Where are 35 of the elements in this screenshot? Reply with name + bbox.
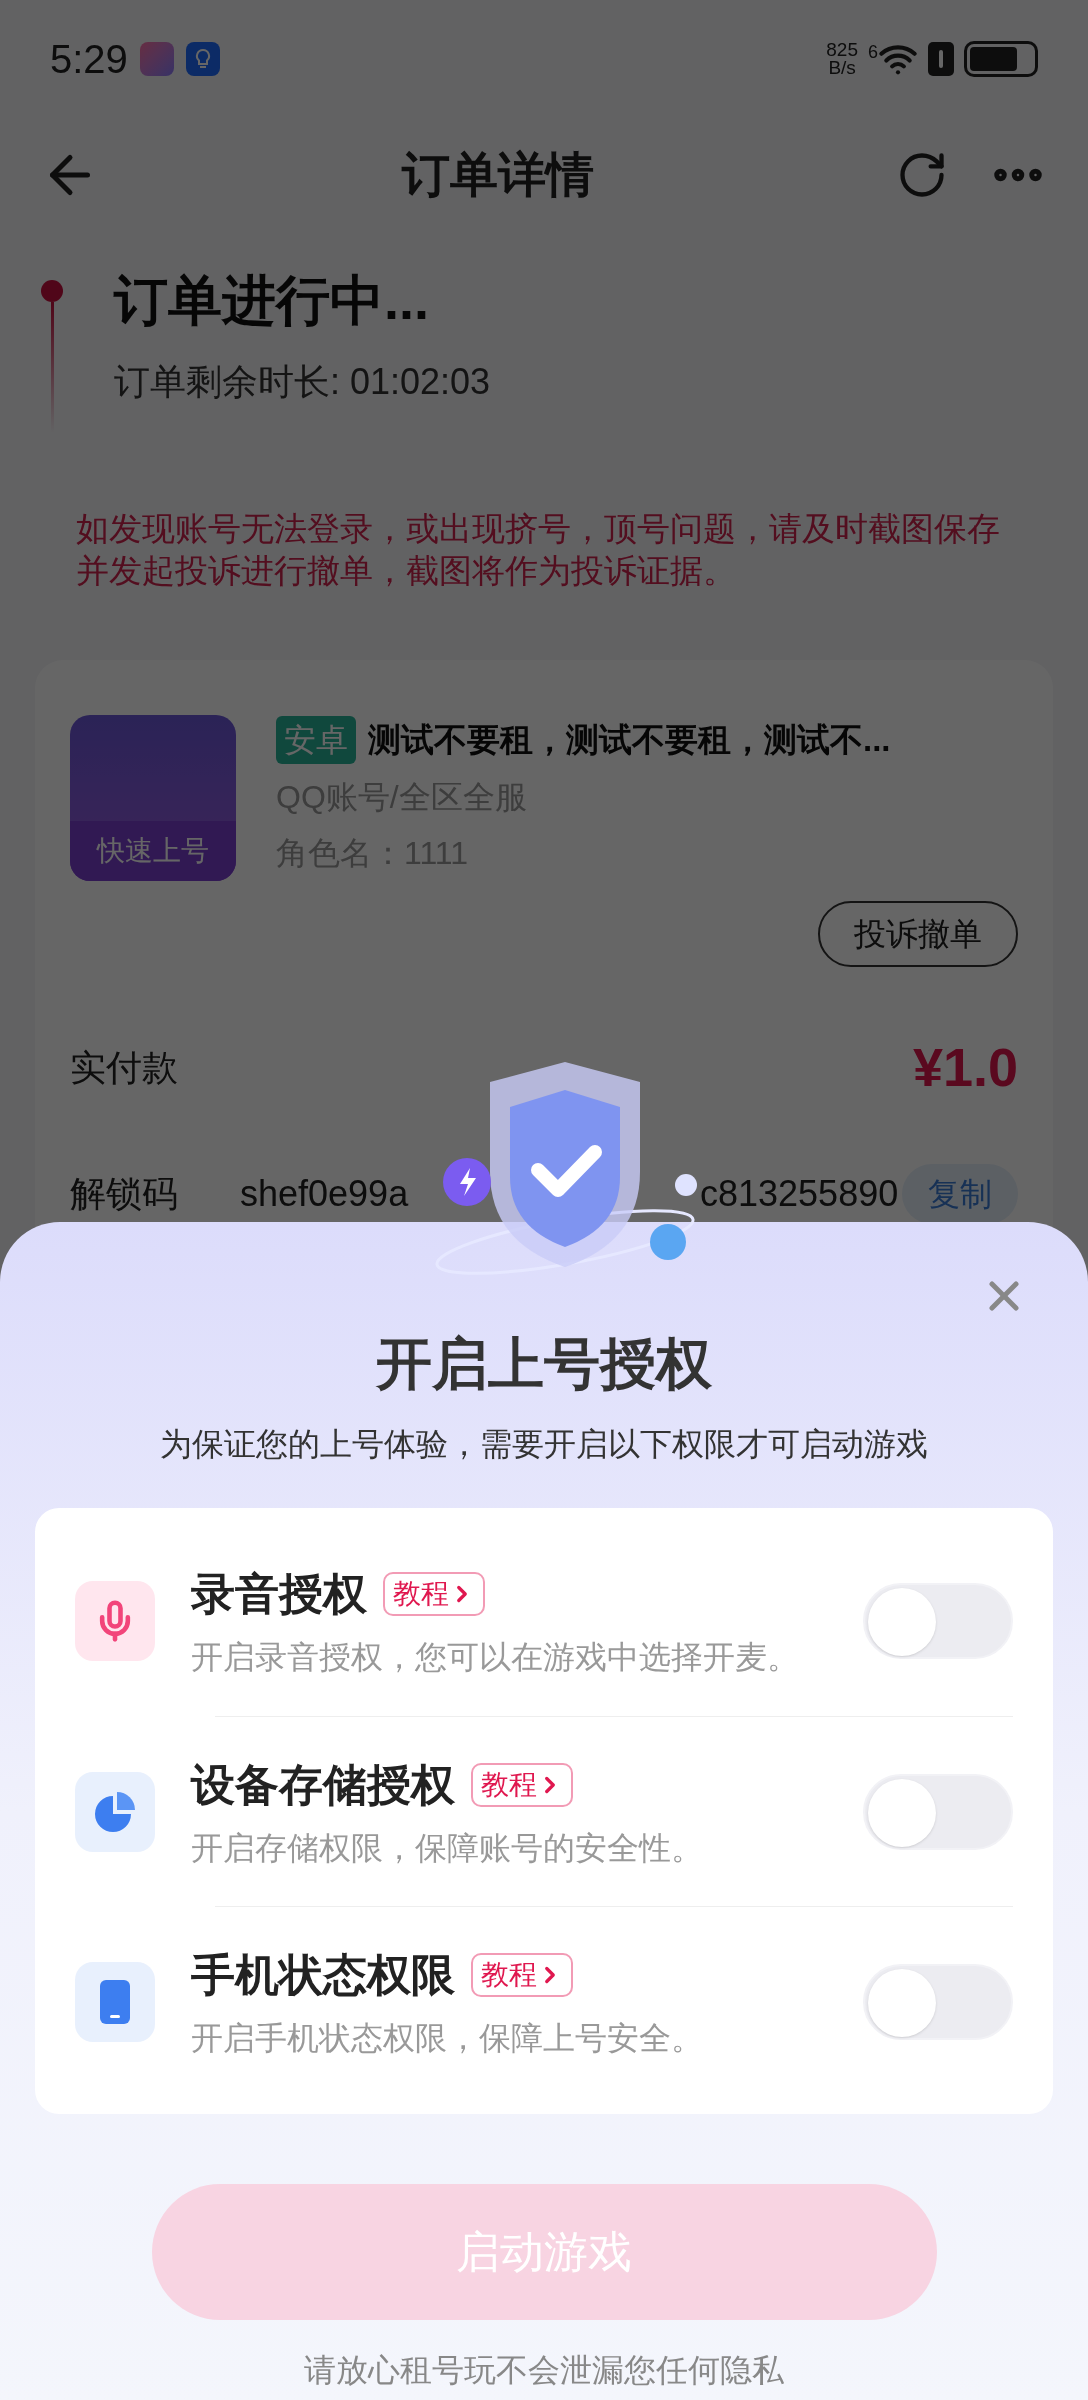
- payment-amount: ¥1.0: [912, 1036, 1018, 1099]
- battery-icon: [964, 41, 1038, 77]
- signal-label: 6: [868, 41, 878, 64]
- privacy-note: 请放心租号玩不会泄漏您任何隐私: [304, 2351, 784, 2390]
- network-speed-value: 825: [826, 41, 858, 59]
- clock-time: 5:29: [50, 36, 128, 83]
- permission-description: 开启录音授权，您可以在游戏中选择开麦。: [191, 1638, 800, 1677]
- permission-name: 设备存储授权: [191, 1758, 455, 1811]
- permission-description: 开启手机状态权限，保障上号安全。: [191, 2018, 704, 2058]
- tutorial-link[interactable]: 教程: [471, 1762, 573, 1807]
- complain-button[interactable]: 投诉撤单: [818, 901, 1018, 967]
- permission-name: 手机状态权限: [191, 1948, 455, 2001]
- network-speed-unit: B/s: [828, 59, 856, 77]
- lightbulb-icon: [185, 42, 220, 76]
- page-title: 订单详情: [402, 147, 594, 203]
- listing-title: 测试不要租，测试不要租，测试不...: [368, 720, 891, 760]
- permission-name: 录音授权: [191, 1568, 367, 1620]
- unlock-code-start: shef0e99a: [240, 1172, 410, 1216]
- remaining-time: 订单剩余时长: 01:02:03: [114, 360, 491, 404]
- unlock-code-label: 解锁码: [70, 1172, 179, 1216]
- tutorial-link[interactable]: 教程: [471, 1952, 573, 1997]
- thumbnail-label: 快速上号: [97, 834, 209, 868]
- payment-label: 实付款: [70, 1045, 178, 1090]
- alert-icon: [928, 42, 954, 76]
- phone-icon: [75, 1961, 155, 2042]
- dialog-subtitle: 为保证您的上号体验，需要开启以下权限才可启动游戏: [160, 1425, 928, 1464]
- microphone-icon: [75, 1581, 155, 1661]
- app-notification-icon: [139, 42, 174, 76]
- permission-description: 开启存储权限，保障账号的安全性。: [191, 1828, 704, 1868]
- unlock-code-end: c813255890: [700, 1172, 899, 1216]
- dialog-title: 开启上号授权: [376, 1331, 712, 1397]
- tutorial-link[interactable]: 教程: [383, 1572, 485, 1616]
- platform-tag: 安卓: [276, 715, 356, 764]
- order-status-title: 订单进行中...: [114, 269, 430, 332]
- pie-chart-icon: [75, 1771, 155, 1852]
